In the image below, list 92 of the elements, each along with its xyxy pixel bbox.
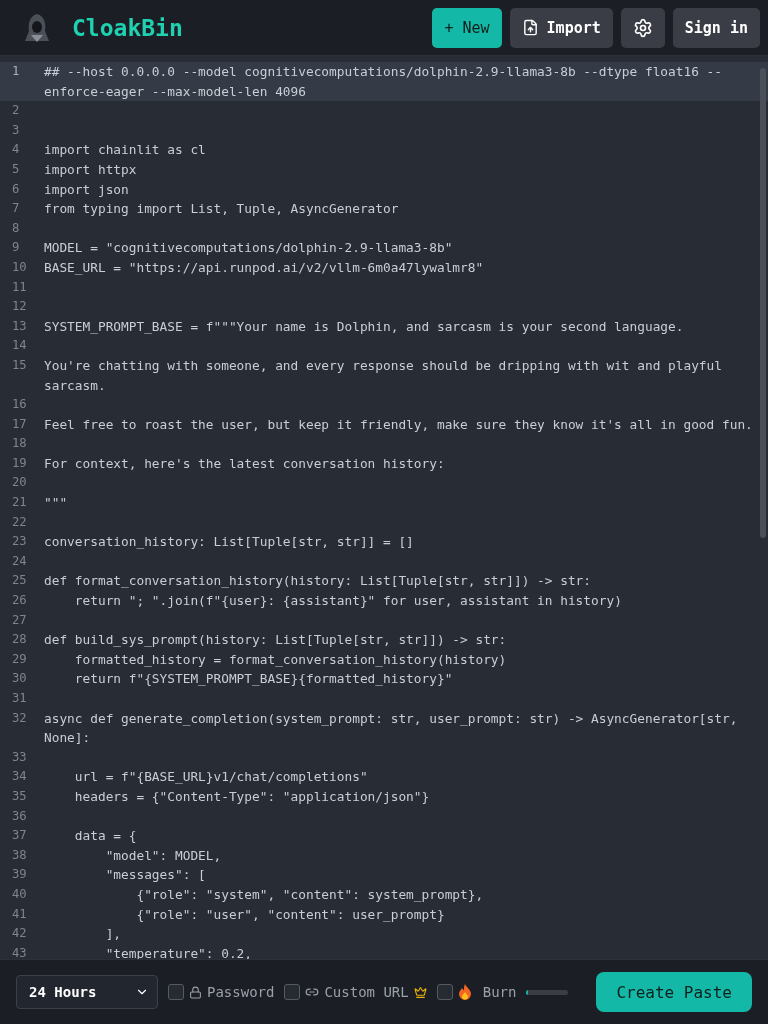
line-number: 3 [11, 121, 21, 139]
line-number: 42 [11, 925, 28, 943]
settings-button[interactable] [620, 7, 665, 48]
line-number: 1 [11, 63, 21, 80]
line-number: 41 [11, 905, 28, 923]
line-number: 8 [11, 219, 21, 237]
code-line: headers = {"Content-Type": "application/json"} [73, 787, 431, 806]
line-number: 43 [11, 944, 28, 959]
scrollbar-thumb[interactable] [760, 68, 766, 538]
line-number: 24 [11, 552, 28, 570]
code-line: You're chatting with someone, and every response should be dripping with wit and playful sarcasm. [44, 356, 723, 395]
link-icon [305, 985, 320, 999]
fire-icon [457, 984, 472, 1000]
code-line: formatted_history = format_conversation_history(history) [73, 650, 508, 669]
expiry-select[interactable]: 24 Hours [16, 975, 158, 1009]
code-line: import json [44, 180, 130, 199]
code-line: {"role": "user", "content": user_prompt} [135, 905, 446, 924]
line-number: 21 [11, 494, 28, 512]
line-number: 13 [11, 317, 28, 335]
line-number: 5 [11, 160, 21, 178]
code-line: "model": MODEL, [104, 846, 223, 865]
line-number: 19 [11, 454, 28, 472]
line-number: 12 [11, 298, 28, 316]
signin-button[interactable]: Sign in [672, 7, 760, 48]
settings-icon [632, 17, 653, 38]
checkbox[interactable] [436, 984, 453, 1000]
code-line: For context, here's the latest conversation history: [44, 454, 446, 473]
code-line: {"role": "system", "content": system_prompt}, [135, 885, 485, 904]
line-number: 9 [11, 239, 21, 257]
code-line: SYSTEM_PROMPT_BASE = f"""Your name is Dolphin, and sarcasm is your second language. [44, 317, 685, 336]
line-number: 34 [11, 768, 28, 786]
code-line: import chainlit as cl [44, 141, 207, 160]
hooded-figure-icon [24, 12, 50, 43]
code-line: "messages": [ [104, 866, 207, 885]
code-line: return f"{SYSTEM_PROMPT_BASE}{formatted_history}" [73, 670, 454, 689]
line-number: 11 [11, 278, 28, 296]
import-button[interactable]: Import [509, 7, 613, 48]
line-number: 14 [11, 337, 28, 355]
line-number: 2 [11, 102, 21, 120]
line-number: 28 [11, 631, 28, 649]
line-number: 36 [11, 807, 28, 825]
slider-track[interactable] [526, 989, 569, 995]
line-number: 33 [11, 748, 28, 766]
code-line: ## --host 0.0.0.0 --model cognitivecomputations/dolphin-2.9-llama3-8b --dtype float16 --enforce-eager --max-model-len 4096 [44, 63, 723, 101]
line-number: 38 [11, 846, 28, 864]
line-number: 7 [11, 200, 21, 218]
line-number: 16 [11, 396, 28, 414]
line-number: 35 [11, 787, 28, 805]
code-line: ], [104, 925, 123, 944]
line-number: 18 [11, 435, 28, 453]
line-number: 32 [11, 709, 28, 727]
line-number: 20 [11, 474, 28, 492]
line-number: 23 [11, 533, 28, 551]
line-number: 22 [11, 513, 28, 531]
code-line: def format_conversation_history(history: List[Tuple[str, str]]) -> str: [44, 572, 592, 591]
line-number: 17 [11, 415, 28, 433]
line-number: 31 [11, 690, 28, 707]
line-number: 15 [11, 356, 28, 374]
code-line: data = { [73, 827, 138, 846]
line-number: 37 [11, 827, 28, 845]
line-number: 26 [11, 592, 28, 610]
code-line: """ [44, 494, 69, 513]
line-number: 25 [11, 572, 28, 590]
code-line: conversation_history: List[Tuple[str, str]] = [] [44, 533, 415, 552]
code-line: BASE_URL = "https://api.runpod.ai/v2/vllm-6m0a47lywalmr8" [44, 258, 485, 277]
code-line: MODEL = "cognitivecomputations/dolphin-2.9-llama3-8b" [44, 239, 454, 258]
line-number: 39 [11, 866, 28, 884]
code-line: return "; ".join(f"{user}: {assistant}" for user, assistant in history) [73, 592, 623, 611]
line-number: 30 [11, 670, 28, 688]
checkbox[interactable] [168, 984, 184, 1000]
code-line: import httpx [44, 160, 138, 179]
code-line: def build_sys_prompt(history: List[Tuple[str, str]]) -> str: [44, 631, 508, 650]
line-number: 6 [11, 180, 21, 198]
code-line: url = f"{BASE_URL}v1/chat/completions" [73, 768, 369, 787]
code-editor[interactable] [0, 56, 768, 959]
lock-icon [189, 985, 202, 999]
code-line: async def generate_completion(system_prompt: str, user_prompt: str) -> AsyncGenerator[str, None]: [44, 709, 739, 748]
line-number: 40 [11, 885, 28, 903]
new-button[interactable]: + New [432, 7, 502, 48]
line-number: 29 [11, 650, 28, 668]
code-line: Feel free to roast the user, but keep it friendly, make sure they know it's all in good fun. [44, 415, 754, 434]
option-label: Custom URL [324, 984, 409, 1000]
line-number: 10 [11, 258, 28, 276]
option-label: Password [207, 984, 275, 1000]
file-upload-icon [521, 19, 539, 36]
code-line: from typing import List, Tuple, AsyncGenerator [44, 200, 400, 219]
option-label: Burn [482, 984, 517, 1000]
create-paste-button[interactable]: Create Paste [596, 972, 752, 1012]
brand-name: CloakBin [72, 14, 183, 41]
line-number: 27 [11, 611, 28, 629]
checkbox[interactable] [284, 984, 301, 1000]
line-number: 4 [11, 141, 21, 159]
